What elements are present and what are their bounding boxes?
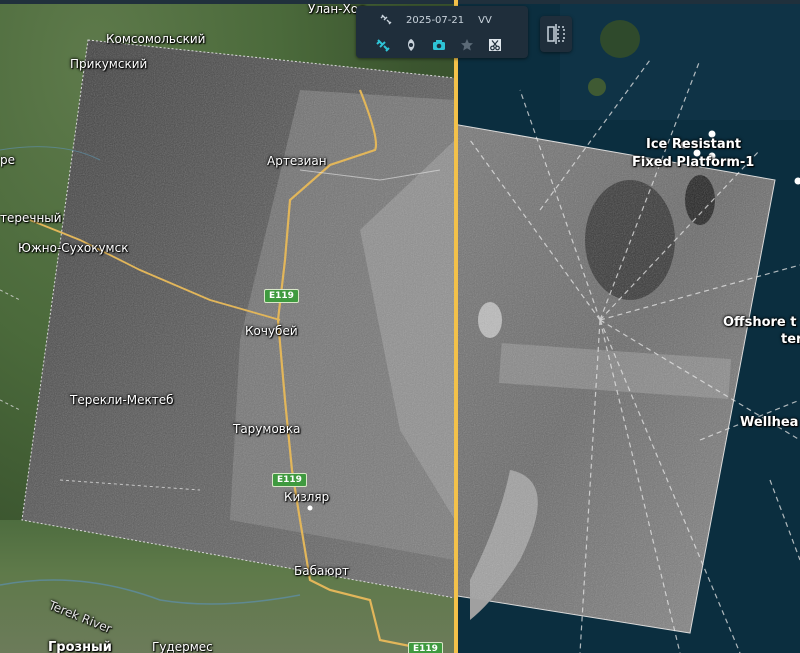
swath-left <box>21 39 455 599</box>
label-prikumsky: Прикумский <box>70 57 148 71</box>
split-view-button[interactable] <box>540 16 572 52</box>
polarization-label[interactable]: VV <box>478 15 492 26</box>
label-artezian: Артезиан <box>267 154 327 168</box>
star-icon[interactable] <box>456 34 478 56</box>
label-offshore: Offshore t <box>723 315 797 330</box>
sat-icon[interactable] <box>372 34 394 56</box>
kizlyar-dot[interactable] <box>307 505 313 511</box>
label-offshore-line2: ter <box>781 332 800 347</box>
label-terekli-mekteb: Терекли-Мектеб <box>70 393 174 407</box>
sar-swath-overlay <box>0 39 800 653</box>
swath-right <box>455 123 776 634</box>
label-babayurt: Бабаюрт <box>294 564 350 578</box>
label-wellhead: Wellhea <box>740 415 799 430</box>
acquisition-date: 2025-07-21 <box>406 14 465 26</box>
toolbar-tools-row <box>356 34 528 56</box>
platform-marker[interactable] <box>794 177 800 185</box>
label-kochubey: Кочубей <box>245 324 298 338</box>
label-tarumovka: Тарумовка <box>233 422 301 436</box>
camera-icon[interactable] <box>428 34 450 56</box>
image-toolbar: 2025-07-21 VV <box>356 6 528 58</box>
road-shield-e119: E119 <box>264 289 299 303</box>
label-grozny: Грозный <box>48 640 112 653</box>
label-re: ре <box>0 153 15 167</box>
label-fixed-platform: Fixed Platform-1 <box>632 155 755 170</box>
label-gudermes: Гудермес <box>152 640 213 653</box>
split-view-icon <box>547 24 565 44</box>
layers-icon[interactable] <box>400 34 422 56</box>
label-yuzhno-sukhokumsk: Южно-Сухокумск <box>18 241 129 255</box>
swipe-divider[interactable] <box>454 0 458 653</box>
scissors-icon[interactable] <box>484 34 506 56</box>
road-shield-e119: E119 <box>408 642 443 653</box>
satellite-small-icon <box>380 13 394 28</box>
label-kizlyar: Кизляр <box>284 490 330 504</box>
toolbar-info-row: 2025-07-21 VV <box>356 10 528 30</box>
road-shield-e119: E119 <box>272 473 307 487</box>
top-bar <box>0 0 800 4</box>
map-view[interactable]: Улан-Хол Комсомольский Прикумский Артези… <box>0 0 800 653</box>
label-komsomolsky: Комсомольский <box>106 32 206 46</box>
label-terechny: теречный <box>0 211 62 225</box>
label-ice-resistant: Ice Resistant <box>646 137 742 152</box>
terek-river <box>0 579 301 605</box>
